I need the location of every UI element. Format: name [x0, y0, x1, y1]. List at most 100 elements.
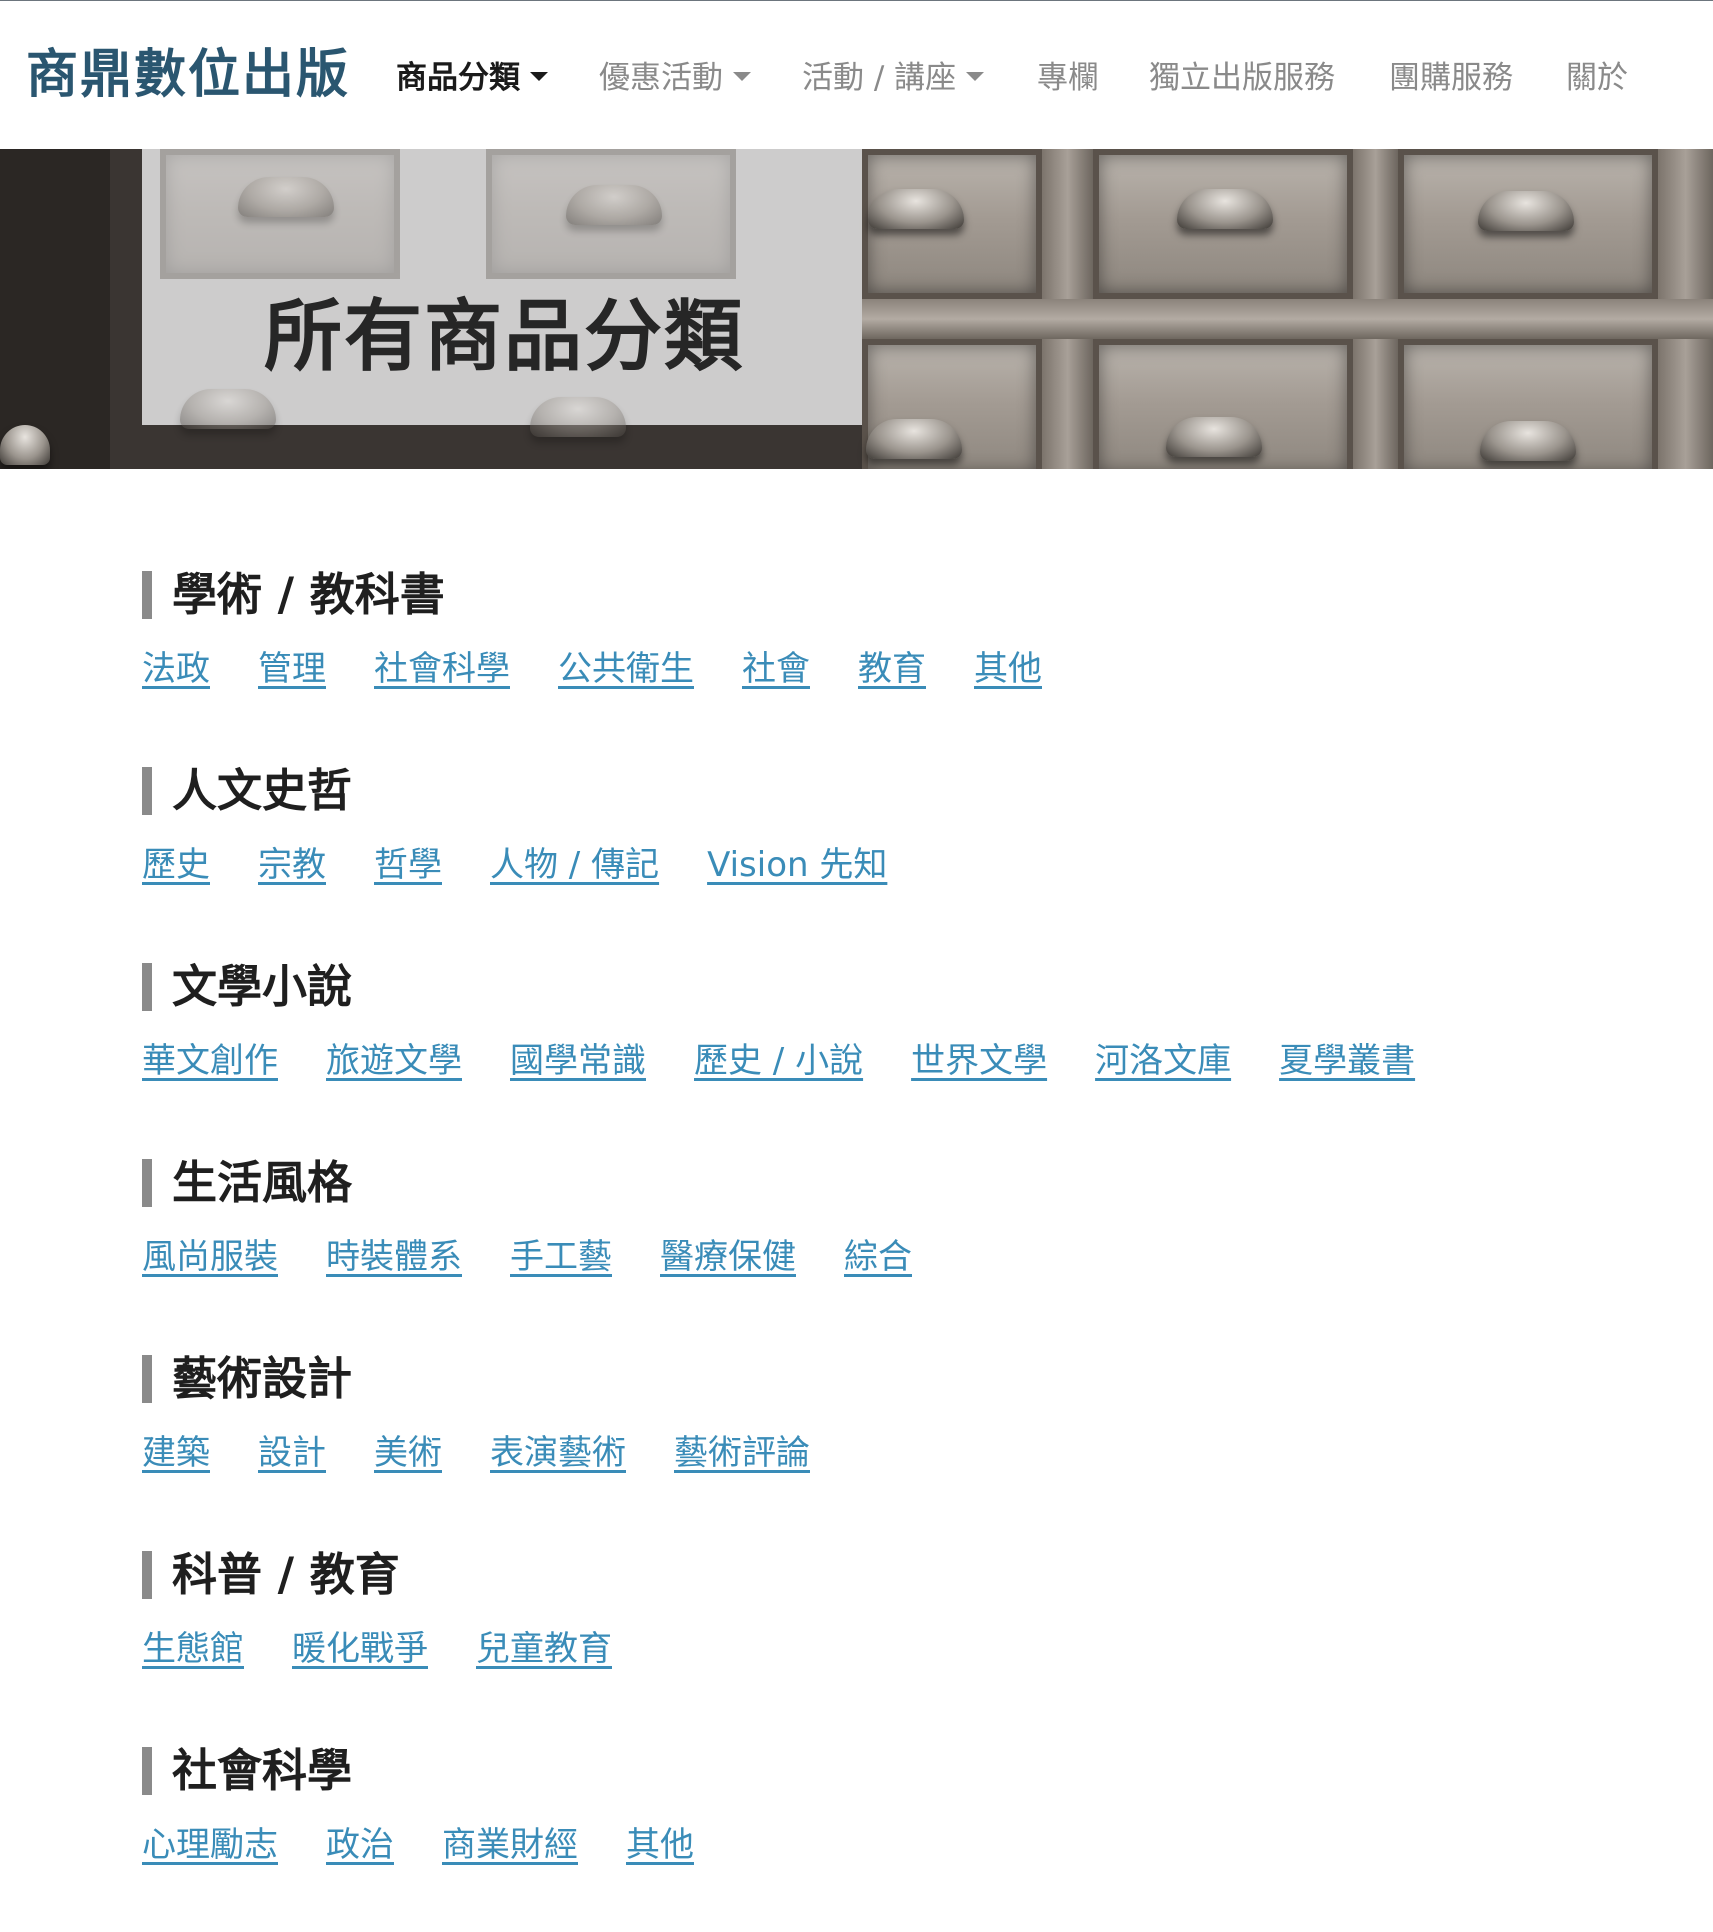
subcategory-link[interactable]: 醫療保健 [660, 1234, 796, 1280]
subcategory-link[interactable]: 法政 [142, 646, 210, 692]
section-bar-marker [142, 767, 152, 815]
subcategory-link[interactable]: 其他 [974, 646, 1042, 692]
section-bar-marker [142, 1159, 152, 1207]
nav-item-indie-publishing[interactable]: 獨立出版服務 [1149, 53, 1335, 103]
subcategory-link[interactable]: 社會科學 [374, 646, 510, 692]
drawer-handle [238, 177, 334, 217]
page-title: 所有商品分類 [264, 292, 745, 382]
section-header: 人文史哲 [142, 766, 352, 816]
subcategory-link[interactable]: 河洛文庫 [1095, 1038, 1231, 1084]
subcategory-link[interactable]: 宗教 [258, 842, 326, 888]
subcategory-links: 法政 管理 社會科學 公共衛生 社會 教育 其他 [142, 646, 1090, 692]
section-title: 科普 / 教育 [172, 1548, 400, 1601]
subcategory-link[interactable]: 旅遊文學 [326, 1038, 462, 1084]
section-title: 生活風格 [172, 1156, 353, 1209]
section-header: 學術 / 教科書 [142, 570, 445, 620]
subcategory-link[interactable]: 時裝體系 [326, 1234, 462, 1280]
section-bar-marker [142, 571, 152, 619]
subcategory-link[interactable]: 手工藝 [510, 1234, 612, 1280]
subcategory-link[interactable]: 國學常識 [510, 1038, 646, 1084]
section-bar-marker [142, 1551, 152, 1599]
subcategory-link[interactable]: 暖化戰爭 [292, 1626, 428, 1672]
subcategory-link[interactable]: 教育 [858, 646, 926, 692]
subcategory-link[interactable]: 生態館 [142, 1626, 244, 1672]
subcategory-link[interactable]: 人物 / 傳記 [490, 842, 659, 888]
nav-item-label: 團購服務 [1389, 60, 1513, 96]
drawer-handle [1177, 189, 1273, 229]
caret-down-icon [733, 72, 751, 81]
section-bar-marker [142, 963, 152, 1011]
category-list: 學術 / 教科書 法政 管理 社會科學 公共衛生 社會 教育 其他 人文史哲 歷… [142, 560, 1592, 1932]
subcategory-links: 風尚服裝 時裝體系 手工藝 醫療保健 綜合 [142, 1234, 960, 1280]
subcategory-link[interactable]: 夏學叢書 [1279, 1038, 1415, 1084]
drawer-handle [1166, 417, 1262, 457]
subcategory-links: 華文創作 旅遊文學 國學常識 歷史 / 小說 世界文學 河洛文庫 夏學叢書 [142, 1038, 1463, 1084]
subcategory-link[interactable]: 社會 [742, 646, 810, 692]
section-title: 學術 / 教科書 [172, 568, 445, 621]
nav-item-label: 優惠活動 [599, 60, 723, 96]
subcategory-link[interactable]: 歷史 / 小說 [694, 1038, 863, 1084]
subcategory-links: 心理勵志 政治 商業財經 其他 [142, 1822, 742, 1868]
caret-down-icon [966, 72, 985, 81]
subcategory-link[interactable]: 建築 [142, 1430, 210, 1476]
subcategory-link[interactable]: 哲學 [374, 842, 442, 888]
drawer-handle [180, 389, 276, 429]
hero-banner: 所有商品分類 [0, 149, 1713, 469]
subcategory-links: 建築 設計 美術 表演藝術 藝術評論 [142, 1430, 858, 1476]
nav-item-label: 獨立出版服務 [1149, 60, 1335, 96]
section-bar-marker [142, 1747, 152, 1795]
cabinet-edge [0, 149, 110, 469]
subcategory-link[interactable]: 設計 [258, 1430, 326, 1476]
subcategory-link[interactable]: 其他 [626, 1822, 694, 1868]
nav-item-product-categories[interactable]: 商品分類 [396, 53, 548, 103]
drawer-handle [566, 185, 662, 225]
subcategory-link[interactable]: 美術 [374, 1430, 442, 1476]
section-header: 藝術設計 [142, 1354, 352, 1404]
category-section-humanities: 人文史哲 歷史 宗教 哲學 人物 / 傳記 Vision 先知 [142, 756, 1592, 952]
subcategory-link[interactable]: 藝術評論 [674, 1430, 810, 1476]
nav-item-group-purchase[interactable]: 團購服務 [1389, 53, 1513, 103]
top-navbar: 商鼎數位出版 商品分類 優惠活動 活動 / 講座 專欄 獨立出版服務 團購服務 … [0, 1, 1713, 149]
nav-item-promotions[interactable]: 優惠活動 [599, 53, 751, 103]
subcategory-link[interactable]: 兒童教育 [476, 1626, 612, 1672]
section-title: 社會科學 [172, 1744, 353, 1797]
drawer-handle [530, 397, 626, 437]
nav-item-label: 活動 / 講座 [802, 60, 957, 96]
subcategory-link[interactable]: 公共衛生 [558, 646, 694, 692]
section-title: 文學小說 [172, 960, 353, 1013]
category-section-literature: 文學小說 華文創作 旅遊文學 國學常識 歷史 / 小說 世界文學 河洛文庫 夏學… [142, 952, 1592, 1148]
section-header: 文學小說 [142, 962, 352, 1012]
brand-logo[interactable]: 商鼎數位出版 [26, 45, 350, 105]
nav-item-columns[interactable]: 專欄 [1037, 53, 1099, 103]
section-bar-marker [142, 1355, 152, 1403]
category-section-lifestyle: 生活風格 風尚服裝 時裝體系 手工藝 醫療保健 綜合 [142, 1148, 1592, 1344]
category-section-art-design: 藝術設計 建築 設計 美術 表演藝術 藝術評論 [142, 1344, 1592, 1540]
subcategory-link[interactable]: 歷史 [142, 842, 210, 888]
subcategory-link[interactable]: 心理勵志 [142, 1822, 278, 1868]
drawer-handle [1480, 421, 1576, 461]
subcategory-link[interactable]: 管理 [258, 646, 326, 692]
section-title: 人文史哲 [172, 764, 353, 817]
cabinet-rail [862, 299, 1713, 339]
drawer-handle [866, 419, 962, 459]
section-header: 社會科學 [142, 1746, 352, 1796]
subcategory-link[interactable]: 華文創作 [142, 1038, 278, 1084]
subcategory-link[interactable]: Vision 先知 [707, 842, 887, 888]
category-section-science-education: 科普 / 教育 生態館 暖化戰爭 兒童教育 [142, 1540, 1592, 1736]
subcategory-link[interactable]: 風尚服裝 [142, 1234, 278, 1280]
nav-item-label: 關於 [1566, 60, 1628, 96]
nav-item-about[interactable]: 關於 [1566, 53, 1628, 103]
category-section-social-science: 社會科學 心理勵志 政治 商業財經 其他 [142, 1736, 1592, 1932]
subcategory-link[interactable]: 表演藝術 [490, 1430, 626, 1476]
subcategory-link[interactable]: 政治 [326, 1822, 394, 1868]
subcategory-link[interactable]: 綜合 [844, 1234, 912, 1280]
drawer-handle [1478, 191, 1574, 231]
category-section-academic: 學術 / 教科書 法政 管理 社會科學 公共衛生 社會 教育 其他 [142, 560, 1592, 756]
subcategory-links: 生態館 暖化戰爭 兒童教育 [142, 1626, 660, 1672]
nav-item-events-lectures[interactable]: 活動 / 講座 [802, 53, 985, 103]
section-header: 科普 / 教育 [142, 1550, 400, 1600]
nav-item-label: 專欄 [1037, 60, 1099, 96]
subcategory-link[interactable]: 世界文學 [911, 1038, 1047, 1084]
nav-item-label: 商品分類 [396, 60, 520, 96]
subcategory-link[interactable]: 商業財經 [442, 1822, 578, 1868]
